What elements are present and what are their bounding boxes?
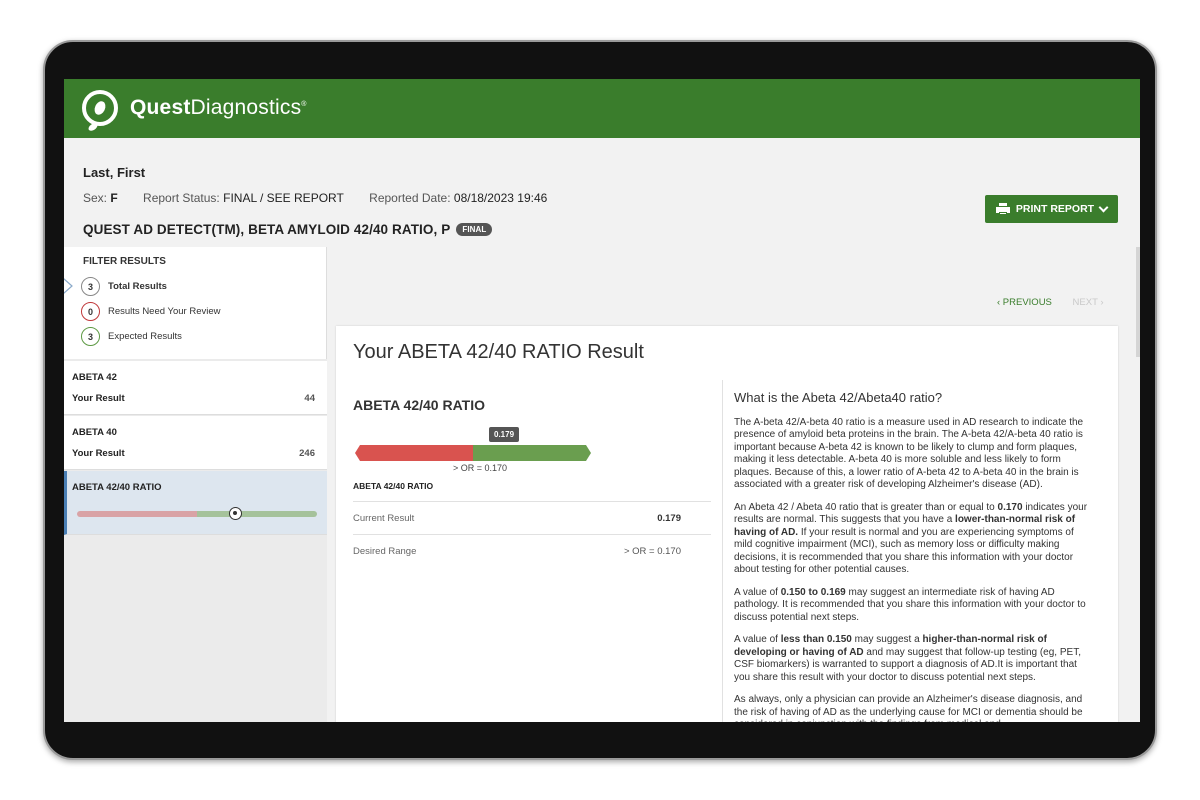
explanation-paragraph: The A-beta 42/A-beta 40 ratio is a measu… <box>734 416 1084 491</box>
result-card: Your ABETA 42/40 RATIO Result ABETA 42/4… <box>336 326 1118 722</box>
filter-count-badge: 0 <box>81 302 100 321</box>
results-sidebar: FILTER RESULTS 3 Total Results 0 Results… <box>64 247 327 722</box>
analyte-name: ABETA 42/40 RATIO <box>353 397 485 413</box>
current-result-row: Current Result 0.179 <box>353 502 711 534</box>
gauge-normal-segment <box>473 445 591 461</box>
result-item-abeta40[interactable]: ABETA 40 Your Result 246 <box>64 416 327 470</box>
print-report-label: PRINT REPORT <box>1015 203 1095 215</box>
next-link[interactable]: NEXT › <box>1073 297 1104 308</box>
result-title: ABETA 42/40 RATIO <box>72 482 162 493</box>
explanation-paragraph: A value of 0.150 to 0.169 may suggest an… <box>734 586 1086 623</box>
printer-icon <box>995 203 1010 215</box>
explanation-paragraph: As always, only a physician can provide … <box>734 694 1083 722</box>
your-result-label: Your Result <box>72 448 125 459</box>
final-badge: FINAL <box>456 223 493 236</box>
mini-range-normal <box>197 511 317 517</box>
explanation-heading: What is the Abeta 42/Abeta40 ratio? <box>734 390 943 405</box>
filter-results-panel: FILTER RESULTS 3 Total Results 0 Results… <box>64 247 327 359</box>
row-value: 0.179 <box>657 513 681 524</box>
filter-count-badge: 3 <box>81 327 100 346</box>
row-key: Current Result <box>353 513 415 524</box>
tablet-frame: QuestDiagnostics® Last, First Sex: F Rep… <box>43 40 1157 760</box>
result-value: 44 <box>304 393 315 404</box>
result-item-abeta42[interactable]: ABETA 42 Your Result 44 <box>64 361 327 415</box>
result-item-abeta-ratio[interactable]: ABETA 42/40 RATIO <box>64 471 327 535</box>
chevron-down-icon <box>1098 202 1109 212</box>
column-divider <box>722 380 723 722</box>
filter-title: FILTER RESULTS <box>83 256 166 267</box>
page-scrollbar[interactable] <box>1136 247 1140 357</box>
result-summary: ABETA 42/40 RATIO 0.179 > OR = 0.170 ABE… <box>353 382 711 567</box>
row-key: Desired Range <box>353 546 417 557</box>
quest-logo-icon <box>82 90 118 126</box>
report-meta: Sex: F Report Status: FINAL / SEE REPORT… <box>83 191 548 205</box>
result-title: ABETA 40 <box>72 427 117 438</box>
brand-header: QuestDiagnostics® <box>64 79 1140 138</box>
filter-label: Total Results <box>108 281 167 292</box>
gauge-caption: ABETA 42/40 RATIO <box>353 481 434 491</box>
test-title: QUEST AD DETECT(TM), BETA AMYLOID 42/40 … <box>83 222 493 237</box>
quest-logo[interactable]: QuestDiagnostics® <box>82 89 307 127</box>
mini-range-bar <box>77 507 317 520</box>
result-gauge: 0.179 > OR = 0.170 <box>353 427 593 477</box>
print-report-button[interactable]: PRINT REPORT <box>985 195 1118 223</box>
desired-range-row: Desired Range > OR = 0.170 <box>353 535 711 567</box>
result-value: 246 <box>299 448 315 459</box>
gauge-low-segment <box>355 445 473 461</box>
result-heading: Your ABETA 42/40 RATIO Result <box>353 341 644 363</box>
previous-link[interactable]: ‹ PREVIOUS <box>997 297 1052 308</box>
selected-filter-indicator-icon <box>64 278 73 294</box>
explanation-paragraph: An Abeta 42 / Abeta 40 ratio that is gre… <box>734 501 1088 576</box>
filter-label: Results Need Your Review <box>108 306 221 317</box>
filter-count-badge: 3 <box>81 277 100 296</box>
filter-expected-results[interactable]: 3 Expected Results <box>81 327 182 346</box>
your-result-label: Your Result <box>72 393 125 404</box>
screen: QuestDiagnostics® Last, First Sex: F Rep… <box>64 79 1140 722</box>
result-explanation: What is the Abeta 42/Abeta40 ratio? The … <box>734 390 1094 722</box>
result-pager: ‹ PREVIOUS NEXT › <box>997 297 1104 308</box>
explanation-paragraph: A value of less than 0.150 may suggest a… <box>734 634 1081 683</box>
patient-name: Last, First <box>83 165 146 180</box>
row-value: > OR = 0.170 <box>623 546 681 557</box>
filter-total-results[interactable]: 3 Total Results <box>81 277 167 296</box>
mini-range-low <box>77 511 197 517</box>
filter-need-review[interactable]: 0 Results Need Your Review <box>81 302 220 321</box>
gauge-range-label: > OR = 0.170 <box>453 463 508 473</box>
result-title: ABETA 42 <box>72 372 117 383</box>
gauge-value-bubble: 0.179 <box>489 427 520 442</box>
filter-label: Expected Results <box>108 331 182 342</box>
logo-text: QuestDiagnostics® <box>130 96 307 119</box>
result-marker-icon <box>229 507 243 520</box>
gauge-bar <box>355 445 591 461</box>
